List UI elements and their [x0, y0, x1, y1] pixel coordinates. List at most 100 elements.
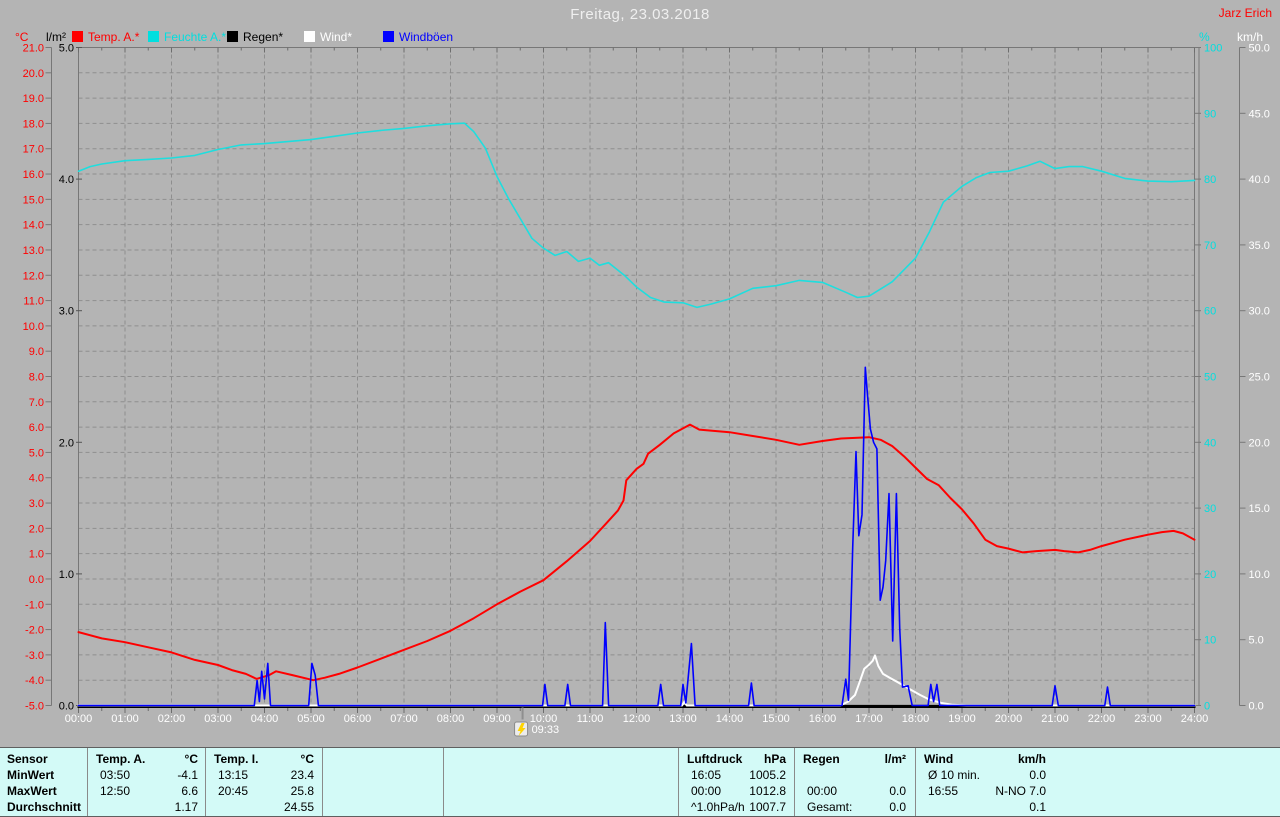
svg-text:17:00: 17:00 [855, 713, 883, 725]
svg-text:0.0: 0.0 [59, 701, 74, 713]
table-separator [87, 748, 88, 816]
table-unit-temp-i-: °C [300, 752, 314, 766]
table-value: 12:50 [100, 784, 131, 798]
svg-text:50.0: 50.0 [1249, 43, 1270, 55]
svg-text:10.0: 10.0 [23, 321, 44, 333]
table-value: 1012.8 [749, 784, 786, 798]
svg-text:45.0: 45.0 [1249, 108, 1270, 120]
weather-chart: 00:00 01:00 02:00 03:00 04:00 05:00 06:00 07:00… [23, 43, 1270, 737]
table-col-temp-a-: Temp. A. [96, 752, 146, 766]
svg-text:02:00: 02:00 [158, 713, 186, 725]
x-axis-labels: 00:00 01:00 02:00 03:00 04:00 05:00 06:00 07:00… [65, 713, 1209, 725]
svg-text:09:00: 09:00 [483, 713, 511, 725]
table-value: 25.8 [290, 784, 314, 798]
svg-text:3.0: 3.0 [29, 498, 44, 510]
temp-axis: 21.0 20.0 19.0 18.0 17.0 16.0 15.0 14.0 13.0 12.0… [23, 43, 52, 713]
svg-text:12:00: 12:00 [623, 713, 651, 725]
table-value: 03:50 [100, 768, 131, 782]
svg-text:-3.0: -3.0 [25, 650, 44, 662]
statistics-table: Sensor MinWert MaxWert Durchschnitt Temp… [0, 747, 1280, 817]
svg-text:9.0: 9.0 [29, 346, 44, 358]
svg-text:07:00: 07:00 [390, 713, 418, 725]
svg-text:-4.0: -4.0 [25, 675, 44, 687]
svg-text:-5.0: -5.0 [25, 701, 44, 713]
table-separator [915, 748, 916, 816]
table-unit-wind: km/h [1017, 752, 1046, 766]
svg-text:04:00: 04:00 [251, 713, 279, 725]
table-separator [678, 748, 679, 816]
svg-text:5.0: 5.0 [29, 447, 44, 459]
svg-text:0: 0 [1204, 701, 1210, 713]
svg-text:14:00: 14:00 [716, 713, 744, 725]
svg-text:30.0: 30.0 [1249, 306, 1270, 318]
svg-text:13.0: 13.0 [23, 245, 44, 257]
svg-text:3.0: 3.0 [59, 306, 74, 318]
table-col-regen: Regen [803, 752, 840, 766]
svg-text:20:00: 20:00 [995, 713, 1023, 725]
svg-text:00:00: 00:00 [65, 713, 93, 725]
table-separator [205, 748, 206, 816]
svg-text:5.0: 5.0 [59, 43, 74, 55]
svg-text:7.0: 7.0 [29, 397, 44, 409]
svg-text:-2.0: -2.0 [25, 625, 44, 637]
svg-text:08:00: 08:00 [437, 713, 465, 725]
svg-text:23:00: 23:00 [1134, 713, 1162, 725]
svg-text:1.0: 1.0 [29, 549, 44, 561]
svg-text:25.0: 25.0 [1249, 372, 1270, 384]
svg-text:30: 30 [1204, 503, 1216, 515]
table-value: 1005.2 [749, 768, 786, 782]
svg-text:03:00: 03:00 [204, 713, 232, 725]
svg-text:13:00: 13:00 [669, 713, 697, 725]
svg-text:20.0: 20.0 [1249, 437, 1270, 449]
svg-text:18:00: 18:00 [902, 713, 930, 725]
svg-text:19.0: 19.0 [23, 93, 44, 105]
table-value: Ø 10 min. [928, 768, 981, 782]
svg-text:90: 90 [1204, 108, 1216, 120]
svg-text:0.0: 0.0 [1249, 701, 1264, 713]
table-value: 1.17 [174, 800, 198, 814]
svg-text:17.0: 17.0 [23, 144, 44, 156]
svg-text:2.0: 2.0 [59, 437, 74, 449]
wind-axis: 50.0 45.0 40.0 35.0 30.0 25.0 20.0 15.0 10.0 5.0 0… [1239, 43, 1270, 713]
table-value: ^1.0hPa/h [691, 800, 745, 814]
svg-text:80: 80 [1204, 174, 1216, 186]
svg-text:0.0: 0.0 [29, 574, 44, 586]
svg-text:5.0: 5.0 [1249, 635, 1264, 647]
table-separator [322, 748, 323, 816]
table-value: 24.55 [283, 800, 314, 814]
svg-text:24:00: 24:00 [1181, 713, 1209, 725]
svg-text:16:00: 16:00 [809, 713, 837, 725]
table-value: Gesamt: [807, 800, 853, 814]
table-col-temp-i-: Temp. I. [214, 752, 259, 766]
table-value: 13:15 [218, 768, 249, 782]
table-value: 0.0 [889, 784, 906, 798]
svg-text:10.0: 10.0 [1249, 569, 1270, 581]
svg-text:10: 10 [1204, 635, 1216, 647]
svg-text:40.0: 40.0 [1249, 174, 1270, 186]
table-value: 6.6 [181, 784, 198, 798]
svg-text:50: 50 [1204, 372, 1216, 384]
gridlines [78, 47, 1195, 706]
svg-text:11:00: 11:00 [577, 713, 604, 725]
svg-text:-1.0: -1.0 [25, 599, 44, 611]
svg-text:22:00: 22:00 [1088, 713, 1116, 725]
svg-text:01:00: 01:00 [111, 713, 139, 725]
svg-text:4.0: 4.0 [29, 473, 44, 485]
table-separator [794, 748, 795, 816]
svg-text:15.0: 15.0 [23, 194, 44, 206]
table-value: 0.0 [889, 800, 906, 814]
table-value: 0.0 [1029, 768, 1046, 782]
svg-text:16.0: 16.0 [23, 169, 44, 181]
table-value: 16:55 [928, 784, 959, 798]
table-value: 23.4 [290, 768, 314, 782]
svg-text:12.0: 12.0 [23, 270, 44, 282]
table-unit-luftdruck: hPa [763, 752, 786, 766]
svg-text:100: 100 [1204, 43, 1222, 55]
svg-text:1.0: 1.0 [59, 569, 74, 581]
svg-text:6.0: 6.0 [29, 422, 44, 434]
svg-text:8.0: 8.0 [29, 372, 44, 384]
table-value: 16:05 [691, 768, 722, 782]
svg-text:70: 70 [1204, 240, 1216, 252]
cursor-time-label: 09:33 [532, 724, 560, 736]
svg-text:21.0: 21.0 [23, 43, 44, 55]
